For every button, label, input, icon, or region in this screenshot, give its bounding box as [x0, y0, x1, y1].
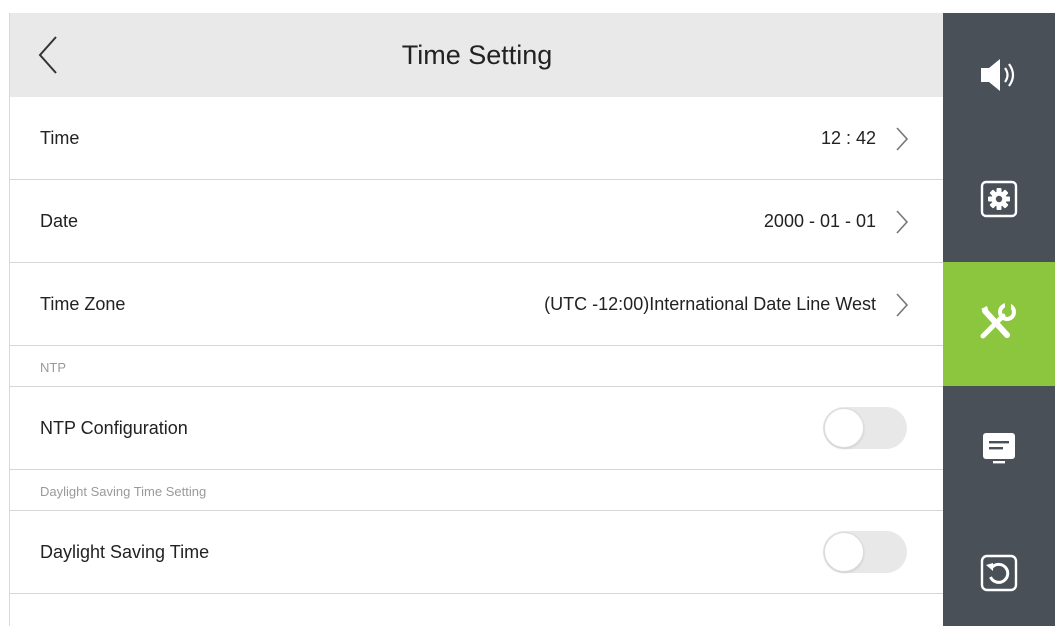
back-button[interactable]	[32, 31, 72, 79]
time-row[interactable]: Time 12 : 42	[10, 97, 943, 180]
sidebar-item-messages[interactable]	[943, 387, 1055, 511]
ntp-configuration-toggle[interactable]	[823, 407, 907, 449]
ntp-section-header: NTP	[10, 346, 943, 387]
gear-icon	[980, 180, 1018, 218]
back-arrow-icon	[38, 36, 57, 74]
tools-icon	[980, 303, 1016, 339]
message-icon	[983, 433, 1015, 464]
sidebar-item-sound[interactable]	[943, 13, 1055, 137]
time-zone-row[interactable]: Time Zone (UTC -12:00)International Date…	[10, 263, 943, 346]
dst-section-header: Daylight Saving Time Setting	[10, 470, 943, 511]
time-zone-value: (UTC -12:00)International Date Line West	[544, 293, 876, 314]
header-bar: Time Setting	[10, 13, 943, 97]
sidebar-item-settings[interactable]	[943, 137, 1055, 261]
main-panel: Time Setting Time 12 : 42 Date 2000 - 01…	[9, 13, 943, 626]
time-value: 12 : 42	[820, 127, 876, 148]
ntp-configuration-label: NTP Configuration	[40, 417, 188, 438]
sidebar-item-system-tools[interactable]	[943, 262, 1055, 386]
toggle-knob	[824, 408, 864, 448]
restore-icon	[980, 554, 1018, 592]
daylight-saving-time-row: Daylight Saving Time	[10, 511, 943, 594]
date-label: Date	[40, 210, 79, 231]
speaker-icon	[981, 59, 1015, 91]
daylight-saving-time-toggle[interactable]	[823, 531, 907, 573]
page-title: Time Setting	[401, 40, 553, 70]
ntp-configuration-row: NTP Configuration	[10, 387, 943, 470]
sidebar	[943, 13, 1055, 626]
chevron-right-icon	[896, 127, 909, 151]
dst-section-label: Daylight Saving Time Setting	[40, 483, 207, 499]
sidebar-item-restore[interactable]	[943, 511, 1055, 626]
toggle-knob	[824, 532, 864, 572]
time-label: Time	[40, 127, 80, 148]
date-value: 2000 - 01 - 01	[763, 210, 876, 231]
ntp-section-label: NTP	[40, 359, 66, 375]
daylight-saving-time-label: Daylight Saving Time	[40, 541, 210, 562]
chevron-right-icon	[896, 210, 909, 234]
time-zone-label: Time Zone	[40, 293, 126, 314]
date-row[interactable]: Date 2000 - 01 - 01	[10, 180, 943, 263]
chevron-right-icon	[896, 293, 909, 317]
